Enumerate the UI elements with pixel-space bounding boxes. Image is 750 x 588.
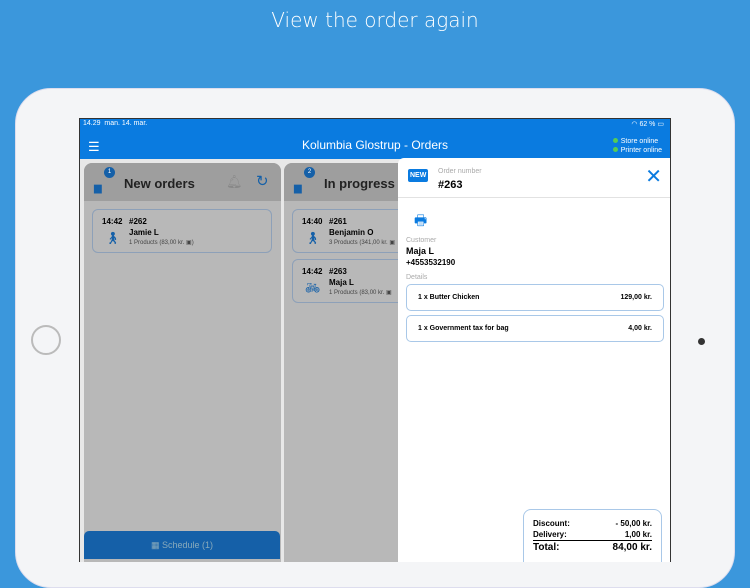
column-new-orders: ▆ 1 New orders 🔔︎ ↻ 14:42 🚶︎ #262 Jamie … — [84, 163, 281, 562]
new-icon: ▆ — [94, 183, 102, 194]
column-title: New orders — [124, 176, 195, 191]
total: 84,00 kr. — [613, 541, 652, 554]
divider — [398, 197, 671, 198]
bicycle-icon: 🚲︎ — [305, 281, 320, 295]
order-item: 1 x Government tax for bag4,00 kr. — [406, 315, 664, 342]
order-item: 1 x Butter Chicken129,00 kr. — [406, 284, 664, 311]
status-time: 14.29 — [83, 120, 101, 127]
walking-icon: 🚶︎ — [305, 231, 320, 245]
order-number: #263 — [438, 179, 462, 191]
battery-level: 62 % — [639, 121, 655, 128]
page-title: Kolumbia Glostrup - Orders — [80, 138, 670, 152]
store-status: Store online — [621, 138, 658, 145]
schedule-button[interactable]: ▦ Schedule (1) — [84, 531, 280, 559]
printer-icon[interactable]: 🖶︎ — [414, 210, 427, 234]
status-date: man. 14. mar. — [104, 120, 147, 127]
wifi-icon: ◠ — [631, 121, 637, 128]
refresh-icon[interactable]: ↻ — [256, 172, 269, 190]
app-screen: 14.29 man. 14. mar. ◠ 62 % ▭ ☰ Kolumbia … — [79, 118, 671, 562]
delivery: 1,00 kr. — [625, 529, 652, 540]
order-detail-panel: NEW Order number #263 ✕ 🖶︎ Customer Maja… — [398, 158, 671, 562]
printer-status-icon — [613, 147, 618, 152]
top-bar: 14.29 man. 14. mar. ◠ 62 % ▭ ☰ Kolumbia … — [80, 119, 670, 159]
customer-label: Customer — [406, 237, 436, 244]
headline: View the order again — [0, 8, 750, 32]
count-badge: 1 — [104, 167, 115, 178]
chef-hat-icon: ▆ — [294, 183, 302, 194]
printer-status: Printer online — [621, 147, 662, 154]
totals-box: Discount:- 50,00 kr. Delivery:1,00 kr. T… — [523, 509, 662, 562]
customer-phone: +4553532190 — [406, 258, 455, 267]
column-title: In progress — [324, 176, 395, 191]
discount: - 50,00 kr. — [616, 518, 652, 529]
new-tag: NEW — [408, 169, 428, 182]
calendar-icon: ▦ — [151, 540, 160, 550]
battery-icon: ▭ — [657, 121, 664, 128]
walking-icon: 🚶︎ — [105, 231, 120, 245]
bell-icon[interactable]: 🔔︎ — [226, 174, 243, 190]
home-button — [31, 325, 61, 355]
customer-name: Maja L — [406, 246, 434, 256]
order-number-label: Order number — [438, 168, 482, 175]
camera — [698, 338, 705, 345]
details-label: Details — [406, 274, 427, 281]
order-card[interactable]: 14:42 🚶︎ #262 Jamie L 1 Products (83,00 … — [92, 209, 272, 253]
count-badge: 2 — [304, 167, 315, 178]
close-icon[interactable]: ✕ — [645, 164, 662, 189]
store-status-icon — [613, 138, 618, 143]
